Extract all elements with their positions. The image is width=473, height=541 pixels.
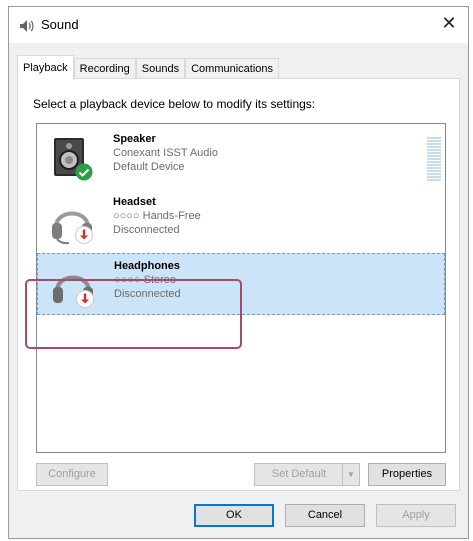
device-info: Speaker Conexant ISST Audio Default Devi… (113, 132, 218, 174)
set-default-button[interactable]: Set Default ▼ (254, 463, 360, 486)
properties-button[interactable]: Properties (368, 463, 446, 486)
close-icon[interactable]: ✕ (438, 13, 460, 35)
selection-highlight-outline (25, 279, 242, 349)
window-title: Sound (41, 17, 79, 32)
apply-button[interactable]: Apply (376, 504, 456, 527)
check-badge-icon (75, 163, 93, 181)
volume-level-meter (427, 137, 441, 182)
tab-strip: Playback Recording Sounds Communications (17, 55, 280, 80)
device-description: ○○○○ Hands-Free (113, 210, 201, 222)
device-status: Disconnected (113, 224, 180, 236)
set-default-label: Set Default (271, 468, 327, 480)
device-item-speaker[interactable]: Speaker Conexant ISST Audio Default Devi… (37, 127, 445, 189)
instruction-text: Select a playback device below to modify… (33, 97, 316, 111)
tab-recording[interactable]: Recording (73, 58, 136, 79)
cancel-button[interactable]: Cancel (285, 504, 365, 527)
device-name: Headset (113, 196, 156, 208)
down-arrow-badge-icon (75, 226, 93, 244)
device-name: Headphones (114, 260, 181, 272)
device-status: Default Device (113, 161, 185, 173)
playback-panel: Select a playback device below to modify… (17, 78, 460, 491)
configure-button[interactable]: Configure (36, 463, 108, 486)
device-info: Headset ○○○○ Hands-Free Disconnected (113, 195, 201, 237)
sound-icon (20, 20, 34, 32)
ok-button[interactable]: OK (194, 504, 274, 527)
tab-playback[interactable]: Playback (17, 55, 74, 80)
tab-communications[interactable]: Communications (185, 58, 280, 79)
sound-dialog: Sound ✕ Playback Recording Sounds Commun… (8, 6, 469, 539)
chevron-down-icon[interactable]: ▼ (342, 464, 359, 485)
tab-sounds[interactable]: Sounds (135, 58, 186, 79)
device-description: Conexant ISST Audio (113, 147, 218, 159)
device-item-headset[interactable]: Headset ○○○○ Hands-Free Disconnected (37, 190, 445, 252)
title-bar: Sound ✕ (9, 7, 468, 43)
device-name: Speaker (113, 133, 156, 145)
